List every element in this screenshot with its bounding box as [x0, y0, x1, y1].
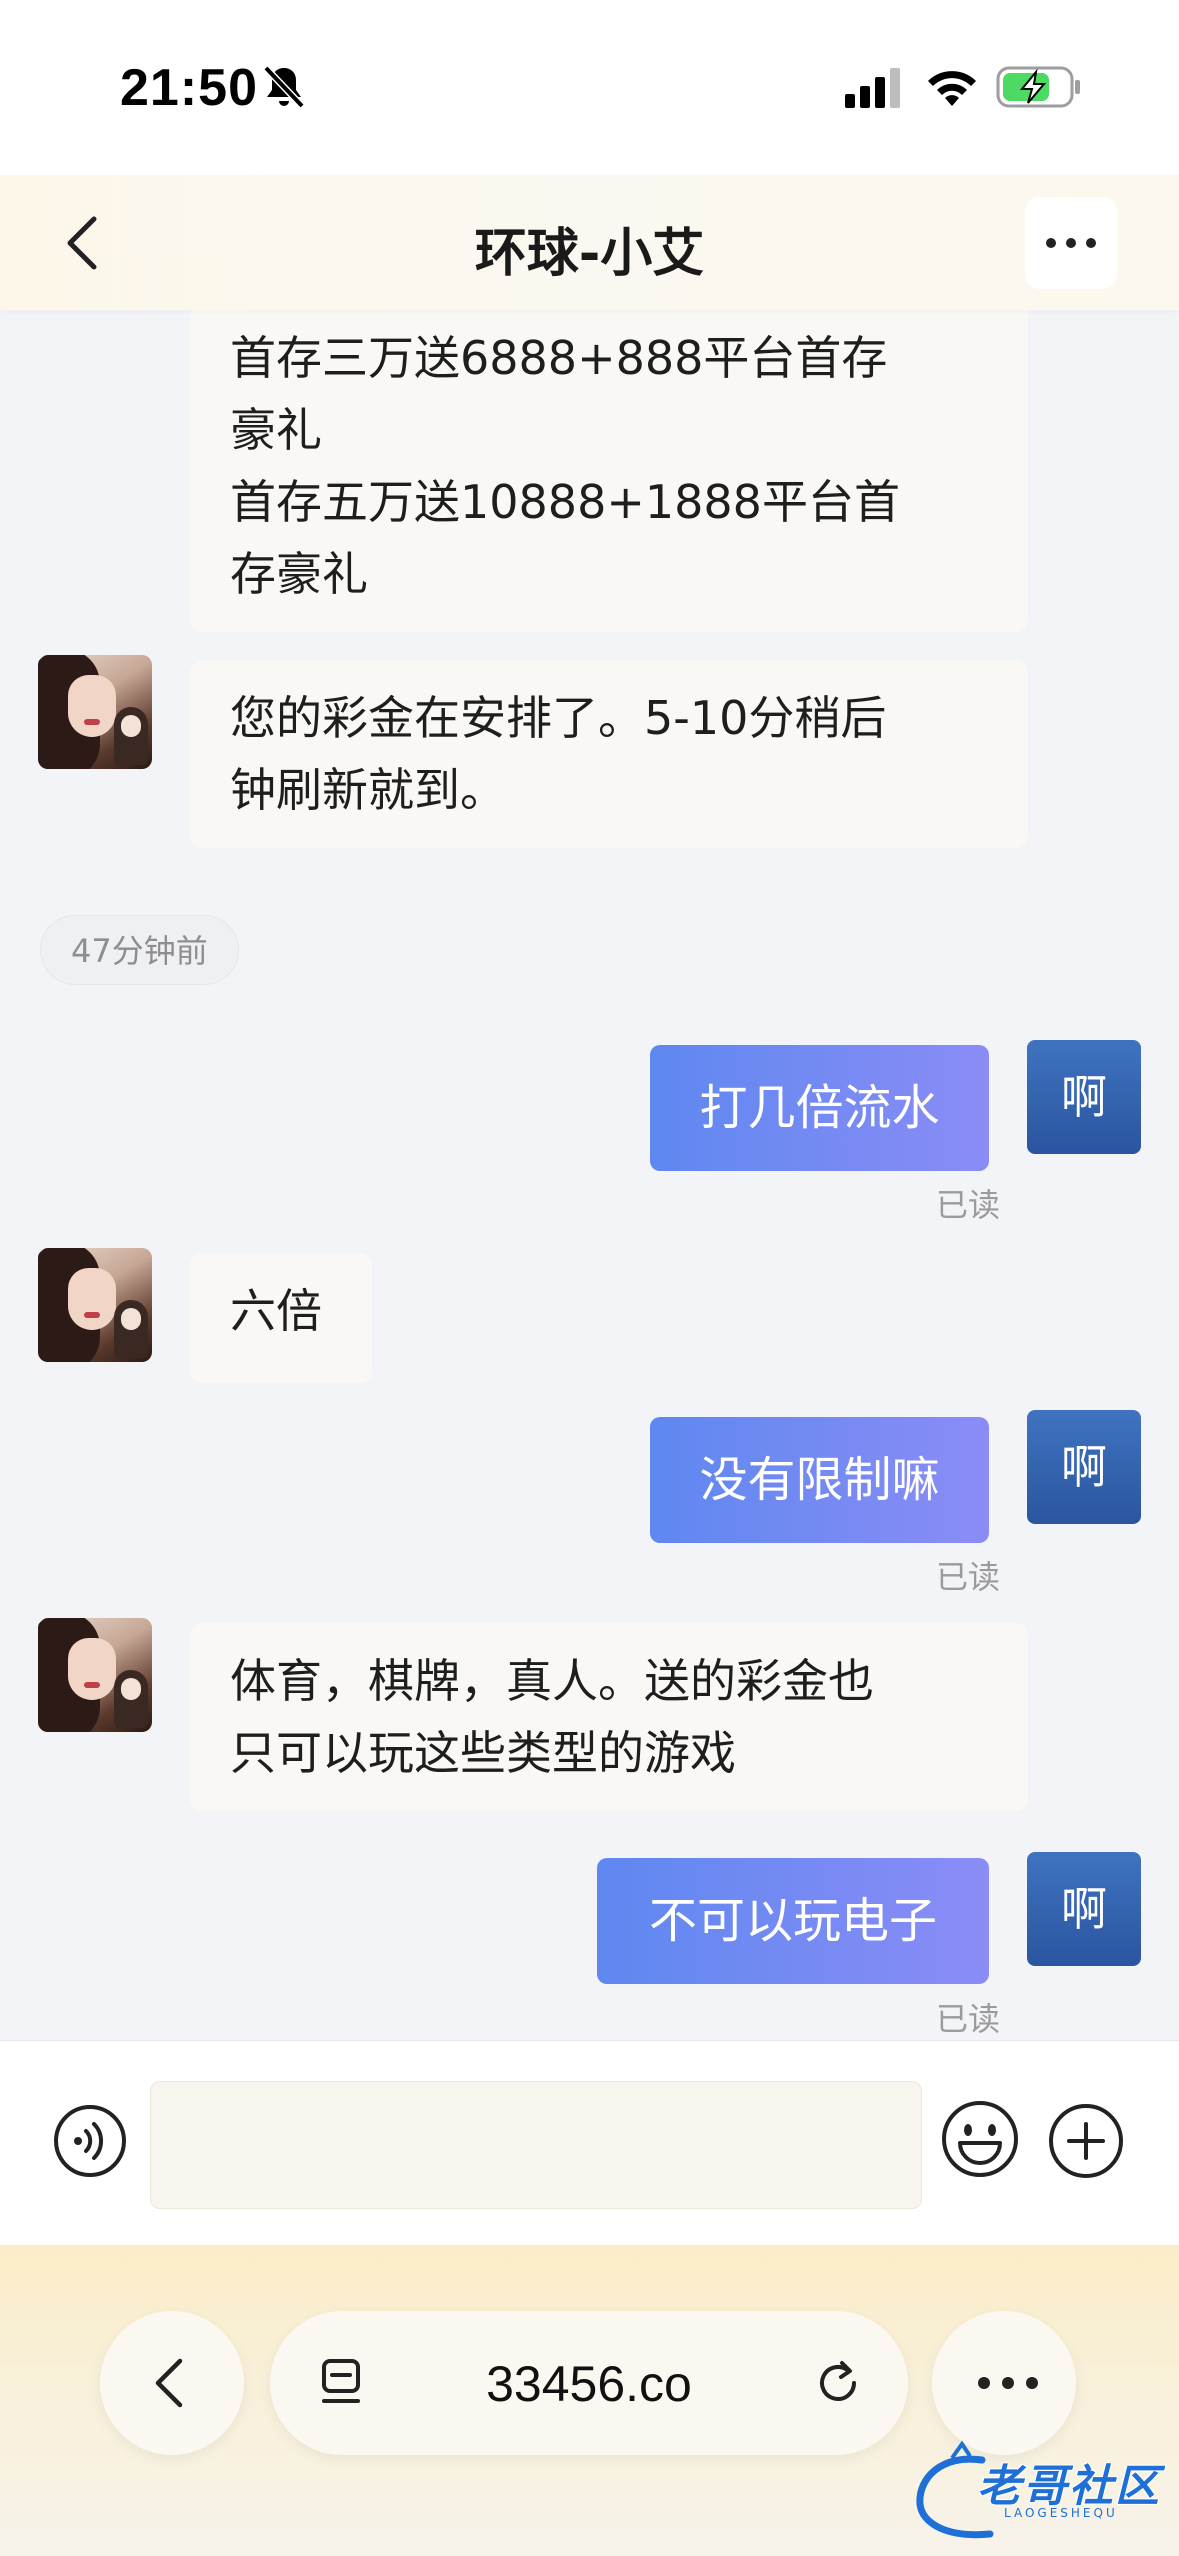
contact-avatar[interactable]: [38, 655, 152, 769]
message-text: 首存五万送10888+1888平台首: [230, 475, 900, 529]
chevron-left-icon: [155, 2358, 183, 2408]
more-icon: [972, 2377, 1044, 2389]
watermark-text: 老哥社区: [977, 2461, 1161, 2512]
message-text: 只可以玩这些类型的游戏: [230, 1726, 736, 1780]
read-receipt: 已读: [935, 1186, 1000, 1224]
outgoing-message-bubble[interactable]: 没有限制嘛: [650, 1417, 989, 1543]
status-time: 21:50: [120, 59, 258, 117]
contact-avatar[interactable]: [38, 1248, 152, 1362]
bell-off-icon: [263, 65, 305, 109]
outgoing-message-bubble[interactable]: 打几倍流水: [650, 1045, 989, 1171]
read-receipt: 已读: [935, 2000, 1000, 2038]
incoming-message-bubble[interactable]: 您的彩金在安排了。5-10分稍后 钟刷新就到。: [190, 660, 1028, 848]
message-text: 钟刷新就到。: [230, 763, 506, 817]
add-icon[interactable]: [1047, 2102, 1125, 2180]
input-bar: [0, 2040, 1179, 2245]
message-text: 体育，棋牌，真人。送的彩金也: [230, 1654, 874, 1708]
reload-icon[interactable]: [810, 2355, 866, 2411]
message-text: 豪礼: [230, 403, 322, 457]
timestamp-chip: 47分钟前: [40, 915, 239, 985]
more-icon: [1046, 238, 1056, 248]
chat-header: 环球-小艾: [0, 175, 1179, 310]
message-input[interactable]: [150, 2081, 922, 2209]
self-avatar[interactable]: 啊: [1027, 1040, 1141, 1154]
incoming-message-bubble[interactable]: 六倍: [190, 1253, 372, 1383]
incoming-message-bubble[interactable]: 体育，棋牌，真人。送的彩金也 只可以玩这些类型的游戏: [190, 1623, 1028, 1811]
contact-avatar[interactable]: [38, 1618, 152, 1732]
browser-back-button[interactable]: [100, 2311, 244, 2455]
self-avatar[interactable]: 啊: [1027, 1852, 1141, 1966]
watermark-logo: 老哥社区 LAOGESHEQU: [912, 2440, 1172, 2540]
signal-icon: [845, 68, 900, 108]
incoming-message-bubble[interactable]: 首存三万送6888+888平台首存 豪礼 首存五万送10888+1888平台首 …: [190, 310, 1028, 632]
wifi-icon: [928, 71, 976, 106]
address-bar[interactable]: 33456.co: [270, 2311, 908, 2455]
browser-more-button[interactable]: [932, 2311, 1076, 2455]
message-text: 您的彩金在安排了。5-10分稍后: [230, 691, 887, 745]
message-text: 首存三万送6888+888平台首存: [230, 331, 888, 385]
status-bar: 21:50: [0, 0, 1179, 175]
watermark-subtext: LAOGESHEQU: [1004, 2506, 1118, 2520]
emoji-icon[interactable]: [940, 2099, 1020, 2179]
more-button[interactable]: [1025, 197, 1117, 289]
message-text: 存豪礼: [230, 547, 368, 601]
message-list[interactable]: 首存三万送6888+888平台首存 豪礼 首存五万送10888+1888平台首 …: [0, 310, 1179, 2040]
outgoing-message-bubble[interactable]: 不可以玩电子: [597, 1858, 989, 1984]
message-text: 六倍: [230, 1284, 322, 1338]
battery-icon: [996, 66, 1080, 108]
self-avatar[interactable]: 啊: [1027, 1410, 1141, 1524]
voice-icon[interactable]: [52, 2103, 128, 2179]
read-receipt: 已读: [935, 1558, 1000, 1596]
chat-title: 环球-小艾: [474, 224, 705, 284]
